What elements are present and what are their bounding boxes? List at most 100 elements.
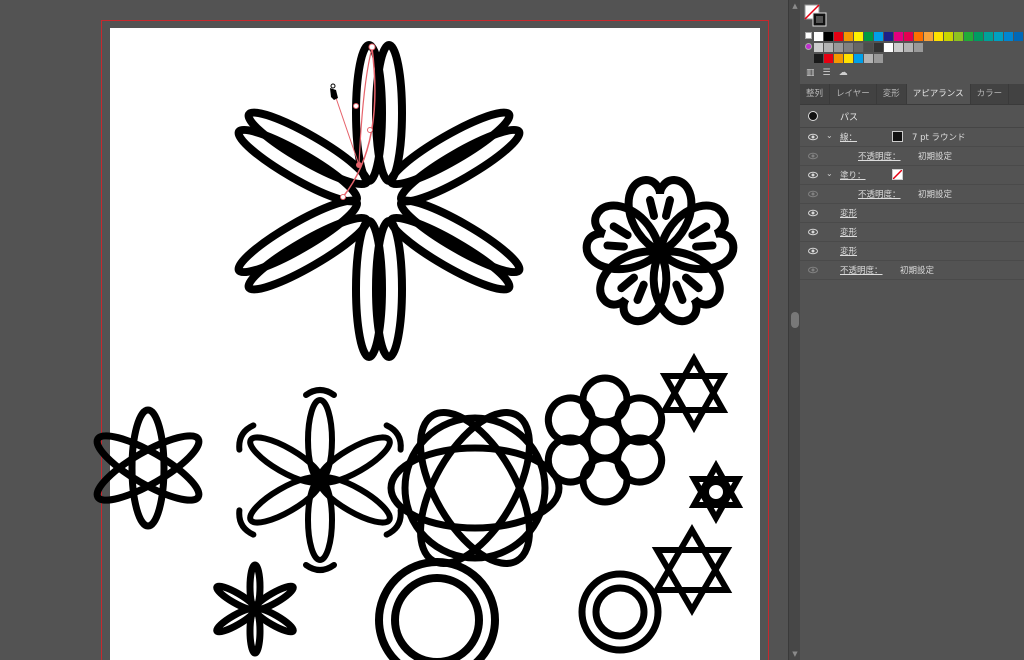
appearance-row-effect-transform-3[interactable]: 変形 [800, 242, 1024, 261]
swatch-row-groups [814, 54, 884, 64]
effect-transform-label[interactable]: 変形 [840, 226, 857, 238]
color-swatch[interactable] [824, 54, 833, 63]
swatch-library-icon[interactable]: ▥ [806, 68, 815, 78]
appearance-row-effect-transform-1[interactable]: 変形 [800, 204, 1024, 223]
eye-icon[interactable] [808, 132, 818, 142]
color-swatch[interactable] [904, 32, 913, 41]
color-swatch[interactable] [814, 32, 823, 41]
opacity-label[interactable]: 不透明度： [840, 264, 883, 276]
eye-icon[interactable] [808, 208, 818, 218]
appearance-row-stroke-opacity[interactable]: 不透明度： 初期設定 [800, 147, 1024, 166]
color-swatch[interactable] [864, 32, 873, 41]
color-swatch[interactable] [914, 43, 923, 52]
tab-color[interactable]: カラー [971, 84, 1010, 104]
swatch-gradient-icon[interactable] [805, 43, 812, 50]
stroke-label[interactable]: 線： [840, 131, 857, 143]
flower-atom[interactable] [90, 406, 206, 530]
color-swatch[interactable] [844, 32, 853, 41]
tab-appearance[interactable]: アピアランス [906, 84, 971, 104]
appearance-rows: ⌄ 線： 7 pt ラウンド 不透明度： 初期設定 ⌄ 塗り： 不透明度： 初期… [800, 128, 1024, 280]
eye-icon[interactable] [808, 227, 818, 237]
artwork-layer[interactable] [0, 0, 788, 660]
color-swatch[interactable] [874, 43, 883, 52]
appearance-target-header: パス [800, 105, 1024, 128]
color-swatch[interactable] [854, 54, 863, 63]
scroll-down-icon[interactable]: ▼ [790, 650, 800, 658]
color-swatch[interactable] [894, 43, 903, 52]
chevron-down-icon[interactable]: ⌄ [826, 169, 833, 178]
star-hexagram-bottom[interactable] [651, 524, 733, 616]
effect-transform-label[interactable]: 変形 [840, 245, 857, 257]
chevron-down-icon[interactable]: ⌄ [826, 131, 833, 140]
tab-layers[interactable]: レイヤー [830, 84, 877, 104]
fill-swatch-none[interactable] [892, 169, 903, 180]
color-swatch[interactable] [894, 32, 903, 41]
asterisk-flower[interactable] [213, 561, 297, 657]
scrollbar-thumb[interactable] [791, 312, 799, 328]
appearance-row-effect-transform-2[interactable]: 変形 [800, 223, 1024, 242]
fill-label[interactable]: 塗り： [840, 169, 866, 181]
color-swatch[interactable] [874, 32, 883, 41]
appearance-row-fill[interactable]: ⌄ 塗り： [800, 166, 1024, 185]
color-swatch[interactable] [994, 32, 1003, 41]
color-swatch[interactable] [824, 43, 833, 52]
color-swatch[interactable] [824, 32, 833, 41]
effect-transform-label[interactable]: 変形 [840, 207, 857, 219]
swatch-row-colors [814, 32, 1024, 42]
color-swatch[interactable] [864, 54, 873, 63]
color-swatch[interactable] [834, 54, 843, 63]
color-swatch[interactable] [934, 32, 943, 41]
eye-icon[interactable] [808, 246, 818, 256]
appearance-row-opacity[interactable]: 不透明度： 初期設定 [800, 261, 1024, 280]
color-swatch[interactable] [1004, 32, 1013, 41]
flower-rosette[interactable] [387, 395, 563, 580]
color-swatch[interactable] [834, 43, 843, 52]
swatch-none-icon[interactable] [805, 32, 812, 39]
flower-ring-bottom-right[interactable] [578, 570, 662, 654]
color-swatch[interactable] [854, 43, 863, 52]
swatch-options-icon[interactable]: ☰ [823, 68, 831, 78]
color-swatch[interactable] [914, 32, 923, 41]
color-swatch[interactable] [884, 43, 893, 52]
color-swatch[interactable] [814, 54, 823, 63]
appearance-row-stroke[interactable]: ⌄ 線： 7 pt ラウンド [800, 128, 1024, 147]
swatch-cloud-icon[interactable]: ☁ [839, 68, 848, 78]
color-swatch[interactable] [964, 32, 973, 41]
color-swatch[interactable] [954, 32, 963, 41]
eye-icon[interactable] [808, 170, 818, 180]
eye-icon[interactable] [808, 189, 818, 199]
fill-opacity-value: 初期設定 [918, 190, 953, 200]
color-swatch[interactable] [904, 43, 913, 52]
color-swatch[interactable] [984, 32, 993, 41]
color-swatch[interactable] [924, 32, 933, 41]
color-swatch[interactable] [844, 54, 853, 63]
color-swatch[interactable] [834, 32, 843, 41]
eye-icon[interactable] [808, 151, 818, 161]
color-swatch[interactable] [844, 43, 853, 52]
eye-icon[interactable] [808, 265, 818, 275]
flower-large-star[interactable] [232, 41, 525, 361]
fill-stroke-icon[interactable] [804, 4, 828, 28]
fill-opacity-label[interactable]: 不透明度： [858, 188, 901, 200]
color-swatch[interactable] [884, 32, 893, 41]
flower-sakura[interactable] [582, 175, 738, 329]
star-hexagram-top[interactable] [659, 352, 729, 434]
color-swatch[interactable] [864, 43, 873, 52]
stroke-value[interactable]: 7 pt ラウンド [912, 131, 966, 143]
tab-transform[interactable]: 変形 [877, 84, 907, 104]
star-hexagram-small[interactable] [688, 459, 744, 525]
stroke-opacity-label[interactable]: 不透明度： [858, 150, 901, 162]
color-swatch[interactable] [1014, 32, 1023, 41]
document-canvas[interactable] [0, 0, 788, 660]
flower-wreath-bottom[interactable] [375, 558, 499, 660]
color-swatch[interactable] [814, 43, 823, 52]
color-swatch[interactable] [854, 32, 863, 41]
stroke-swatch[interactable] [892, 131, 903, 142]
color-swatch[interactable] [974, 32, 983, 41]
color-swatch[interactable] [874, 54, 883, 63]
appearance-row-fill-opacity[interactable]: 不透明度： 初期設定 [800, 185, 1024, 204]
tab-align[interactable]: 整列 [800, 84, 831, 104]
flower-arched[interactable] [235, 387, 405, 573]
color-swatch[interactable] [944, 32, 953, 41]
scroll-up-icon[interactable]: ▲ [790, 2, 800, 10]
